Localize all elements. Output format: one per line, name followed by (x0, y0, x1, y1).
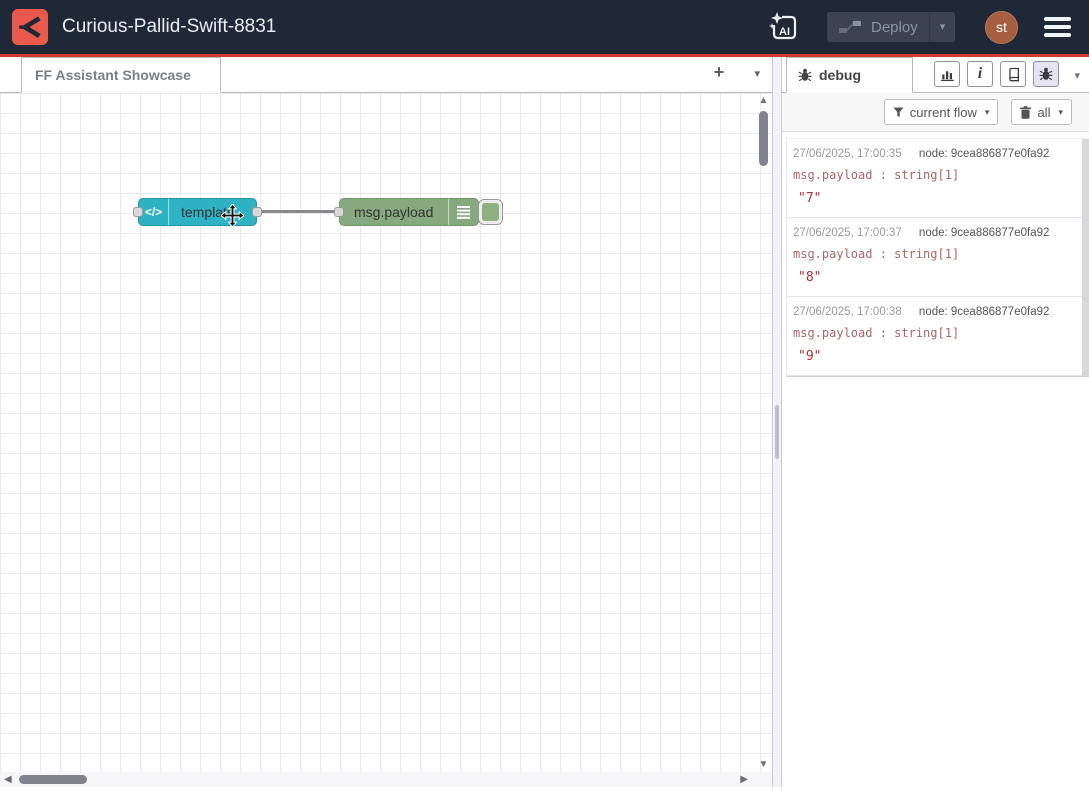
ai-assistant-button[interactable]: AI (767, 10, 801, 44)
message-property[interactable]: msg.payload : string[1] (793, 326, 1072, 340)
flowfuse-logo-glyph (17, 14, 43, 40)
deploy-label: Deploy (871, 19, 918, 36)
message-value: "8" (793, 270, 1072, 285)
node-debug-label: msg.payload (340, 204, 433, 220)
filter-funnel-icon (893, 107, 904, 118)
message-node-id: node: 9cea886877e0fa92 (919, 227, 1049, 239)
scroll-left-icon[interactable]: ◀ (4, 774, 12, 785)
hamburger-icon (1044, 17, 1071, 21)
flow-canvas[interactable]: </> template msg.payload (0, 93, 772, 772)
template-output-port[interactable] (252, 207, 262, 217)
ai-sparkle-icon: AI (769, 12, 799, 42)
debug-enable-toggle[interactable] (478, 199, 503, 225)
bar-chart-icon (940, 67, 955, 82)
clear-scope-label: all (1037, 105, 1050, 120)
wire-template-to-debug[interactable] (257, 210, 340, 213)
node-msg-payload[interactable]: msg.payload (339, 198, 479, 226)
scroll-right-icon[interactable]: ▶ (740, 774, 748, 785)
filter-label: current flow (910, 105, 977, 120)
debug-message[interactable]: 27/06/2025, 17:00:35 node: 9cea886877e0f… (787, 139, 1082, 218)
dashboard-chart-button[interactable] (934, 61, 960, 87)
deploy-nodes-icon (839, 20, 862, 34)
main-menu-button[interactable] (1042, 13, 1073, 41)
workspace-tab-label: FF Assistant Showcase (35, 67, 191, 83)
flow-list-caret[interactable]: ▾ (754, 67, 760, 80)
bug-icon (798, 68, 812, 82)
vertical-scroll-thumb[interactable] (759, 111, 768, 166)
message-node-id: node: 9cea886877e0fa92 (919, 306, 1049, 318)
svg-text:AI: AI (779, 26, 790, 38)
debug-input-port[interactable] (334, 207, 344, 217)
debug-list-scrollbar[interactable] (1082, 139, 1089, 376)
tab-ff-assistant-showcase[interactable]: FF Assistant Showcase (21, 57, 221, 93)
sidebar-tabbar: debug i (782, 57, 1089, 93)
debug-filter-button[interactable]: current flow ▾ (884, 99, 999, 125)
horizontal-scroll-thumb[interactable] (19, 775, 87, 784)
debug-message-area: 27/06/2025, 17:00:35 node: 9cea886877e0f… (782, 132, 1089, 787)
info-icon: i (978, 65, 982, 83)
debug-panel-button[interactable] (1033, 61, 1059, 87)
workspace-pane: FF Assistant Showcase + ▾ </> template m… (0, 57, 772, 787)
flowfuse-logo (12, 9, 48, 45)
debug-sidebar: debug i (782, 57, 1089, 787)
debug-message[interactable]: 27/06/2025, 17:00:38 node: 9cea886877e0f… (787, 297, 1082, 376)
debug-toolbar: current flow ▾ all ▾ (782, 93, 1089, 132)
debug-message[interactable]: 27/06/2025, 17:00:37 node: 9cea886877e0f… (787, 218, 1082, 297)
canvas-vertical-scrollbar[interactable]: ▲ ▼ (755, 93, 772, 772)
book-icon (1006, 67, 1021, 82)
message-value: "7" (793, 191, 1072, 206)
node-template[interactable]: </> template (138, 198, 257, 226)
clear-caret-icon: ▾ (1058, 107, 1063, 118)
scroll-up-icon[interactable]: ▲ (755, 95, 772, 106)
avatar-initials: st (996, 19, 1007, 35)
template-input-port[interactable] (133, 207, 143, 217)
message-node-id: node: 9cea886877e0fa92 (919, 148, 1049, 160)
splitter-drag-handle[interactable] (775, 405, 779, 459)
debug-list-icon (448, 199, 478, 225)
tab-debug[interactable]: debug (786, 57, 913, 93)
message-timestamp: 27/06/2025, 17:00:37 (793, 227, 902, 239)
debug-message-list: 27/06/2025, 17:00:35 node: 9cea886877e0f… (786, 138, 1089, 377)
message-timestamp: 27/06/2025, 17:00:38 (793, 306, 902, 318)
node-template-label: template (169, 204, 235, 220)
deploy-options-caret[interactable]: ▾ (929, 12, 955, 42)
workspace-tabbar: FF Assistant Showcase + ▾ (0, 57, 772, 93)
debug-clear-button[interactable]: all ▾ (1011, 99, 1072, 125)
add-flow-button[interactable]: + (708, 62, 730, 83)
filter-caret-icon: ▾ (985, 107, 990, 118)
canvas-horizontal-scrollbar[interactable]: ◀ ▶ (0, 772, 772, 787)
sidebar-splitter[interactable] (772, 57, 782, 787)
debug-tab-label: debug (819, 67, 861, 83)
message-property[interactable]: msg.payload : string[1] (793, 168, 1072, 182)
main-area: FF Assistant Showcase + ▾ </> template m… (0, 57, 1089, 787)
message-timestamp: 27/06/2025, 17:00:35 (793, 148, 902, 160)
help-button[interactable] (1000, 61, 1026, 87)
user-avatar[interactable]: st (985, 11, 1018, 44)
info-button[interactable]: i (967, 61, 993, 87)
deploy-button[interactable]: Deploy ▾ (827, 12, 955, 42)
page-title: Curious-Pallid-Swift-8831 (62, 16, 767, 38)
scroll-down-icon[interactable]: ▼ (755, 759, 772, 770)
message-value: "9" (793, 349, 1072, 364)
code-icon: </> (139, 199, 169, 225)
trash-icon (1020, 106, 1031, 119)
sidebar-options-caret[interactable]: ▾ (1074, 69, 1080, 82)
app-header: Curious-Pallid-Swift-8831 AI Deploy ▾ (0, 0, 1089, 57)
bug-icon (1039, 67, 1053, 81)
message-property[interactable]: msg.payload : string[1] (793, 247, 1072, 261)
